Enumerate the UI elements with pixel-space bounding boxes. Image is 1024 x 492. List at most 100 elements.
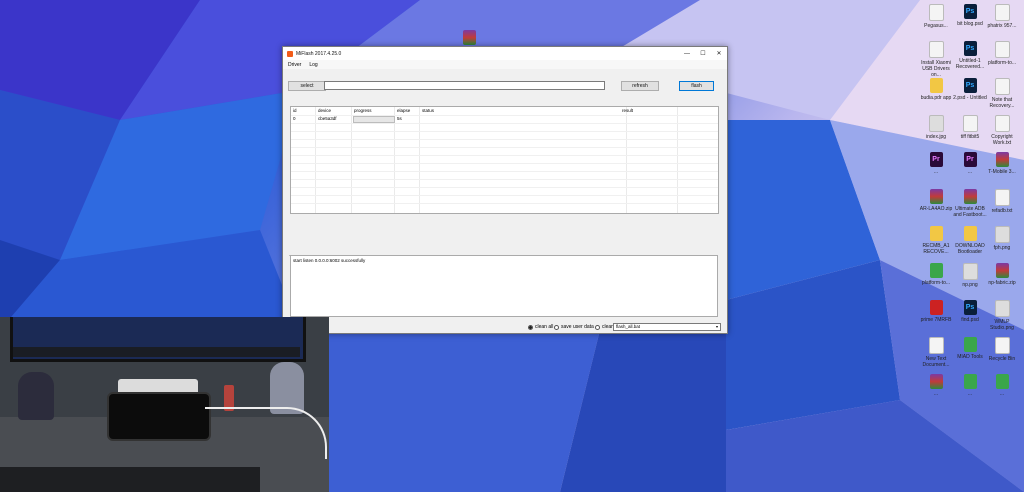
desktop-icon[interactable]: Recycle Bin — [984, 337, 1020, 362]
desktop-icon[interactable]: np.png — [952, 263, 988, 288]
desktop-icon[interactable]: budia.pdr app — [918, 78, 954, 101]
title-bar[interactable]: MiFlash 2017.4.25.0 — ☐ ✕ — [283, 47, 727, 60]
rar-file-icon — [995, 263, 1009, 278]
rar-file-icon — [995, 152, 1009, 167]
desktop-icon-label: bit blog.psd — [957, 21, 983, 27]
desktop-icon[interactable]: MIAD Tools — [952, 337, 988, 360]
phone-photo — [107, 392, 211, 441]
desktop-icon[interactable]: T-Mobile 3... — [984, 152, 1020, 175]
desktop-icon[interactable]: ... — [918, 374, 954, 397]
rar-file-icon — [929, 374, 943, 389]
desktop-icon-label: index.jpg — [925, 134, 946, 140]
desktop-icon[interactable]: New Text Document... — [918, 337, 954, 368]
column-header-id[interactable]: id — [293, 108, 297, 113]
radio-save-user-data[interactable]: save user data — [554, 324, 594, 330]
folder-file-icon — [929, 226, 943, 241]
desktop-icon[interactable]: phatrix 957... — [984, 4, 1020, 29]
desktop-icon-label: Recycle Bin — [988, 356, 1016, 362]
flash-button[interactable]: flash — [679, 81, 714, 91]
column-header-device[interactable]: device — [318, 108, 331, 113]
desktop-icon[interactable]: Ultimate ADB and Fastboot... — [952, 189, 988, 218]
green-file-icon — [929, 263, 943, 278]
png-file-icon — [962, 263, 978, 280]
desktop-icon[interactable]: np-fabric.zip — [984, 263, 1020, 286]
menu-log[interactable]: Log — [309, 62, 317, 68]
desktop-icon[interactable]: Install Xiaomi USB Drivers on... — [918, 41, 954, 78]
rom-path-input[interactable] — [324, 81, 605, 90]
desktop-icon[interactable]: Pegasus... — [918, 4, 954, 29]
desktop-icon[interactable]: platform-to... — [918, 263, 954, 286]
desktop-icon-label: Ultimate ADB and Fastboot... — [953, 206, 987, 218]
maximize-button[interactable]: ☐ — [695, 47, 711, 60]
menu-bar: Driver Log — [283, 60, 727, 69]
keyboard-photo — [0, 467, 260, 492]
refresh-button[interactable]: refresh — [621, 81, 659, 91]
desktop-icon-label: Pegasus... — [924, 23, 948, 29]
column-header-elapse[interactable]: elapse — [397, 108, 410, 113]
desktop-icon[interactable]: Pr... — [918, 152, 954, 175]
desktop-icon[interactable]: Ps Untitled-1 Recovered... — [952, 41, 988, 70]
desktop-icon[interactable]: RECMB_A1 RECOVE... — [918, 226, 954, 255]
minimize-button[interactable]: — — [679, 47, 695, 60]
desktop-icon-label: refadb.txt — [991, 208, 1013, 214]
folder-file-icon — [929, 78, 943, 93]
doc-file-icon — [994, 337, 1010, 354]
green-file-icon — [963, 337, 977, 352]
desktop-icon[interactable]: Copyright Work.txt — [984, 115, 1020, 146]
menu-driver[interactable]: Driver — [288, 62, 301, 68]
doc-file-icon — [994, 78, 1010, 95]
desktop-icon[interactable]: DOWNLOAD Bootloader — [952, 226, 988, 255]
doc-file-icon — [928, 41, 944, 58]
select-button[interactable]: select — [288, 81, 326, 91]
column-header-status[interactable]: status — [422, 108, 434, 113]
desktop-icon[interactable]: refadb.txt — [984, 189, 1020, 214]
monitor-taskbar-photo — [13, 347, 300, 357]
column-header-progress[interactable]: progress — [354, 108, 372, 113]
desktop-icon-label: New Text Document... — [922, 356, 950, 368]
desktop-icon[interactable]: Note that Recovery... — [984, 78, 1020, 109]
figurine-photo — [18, 372, 54, 420]
log-output: start listen 0.0.0.0:6002 successfully — [290, 255, 718, 317]
script-select[interactable]: flash_all.bat ▾ — [613, 323, 721, 331]
desktop-icon[interactable]: Ps 2.psd - Untitled — [952, 78, 988, 101]
png-file-icon — [994, 226, 1010, 243]
close-button[interactable]: ✕ — [711, 47, 727, 60]
desktop-icon[interactable]: Ps find.psd — [952, 300, 988, 323]
desktop-icon[interactable]: ... — [952, 374, 988, 397]
desktop-icon[interactable]: tiff fitbit5 — [952, 115, 988, 140]
desktop-icon-label: WMLP Studio.png — [990, 319, 1014, 331]
rar-file-icon — [929, 189, 943, 204]
ps-file-icon: Ps — [963, 4, 977, 19]
desktop-icon[interactable]: ... — [984, 374, 1020, 397]
desktop-icon-label: ... — [933, 391, 939, 397]
table-row[interactable]: 0 cbe5a3df 5s — [291, 115, 718, 123]
row-elapse: 5s — [397, 116, 402, 121]
desktop-icon[interactable]: index.jpg — [918, 115, 954, 140]
doc-file-icon — [928, 337, 944, 354]
pr-file-icon: Pr — [963, 152, 977, 167]
ps-file-icon: Ps — [963, 78, 977, 93]
doc-file-icon — [994, 41, 1010, 58]
desktop-icon[interactable]: AR-LA4AO.zip — [918, 189, 954, 212]
radio-dot-selected — [528, 324, 533, 330]
desktop-icon-label: prime 7MRFB — [920, 317, 952, 323]
desktop-icon[interactable]: platform-to... — [984, 41, 1020, 66]
desktop-icon-label: ... — [999, 391, 1005, 397]
desktop-icon[interactable]: prime 7MRFB — [918, 300, 954, 323]
desktop-icon[interactable]: WMLP Studio.png — [984, 300, 1020, 331]
desktop-icon[interactable]: Pr... — [952, 152, 988, 175]
desktop-icon-label: np-fabric.zip — [988, 280, 1016, 286]
desktop-icon[interactable]: fph.png — [984, 226, 1020, 251]
miflash-app-icon — [287, 50, 293, 57]
row-id: 0 — [293, 116, 296, 121]
desktop-icon-label: ... — [967, 391, 973, 397]
radio-clean-all[interactable]: clean all — [528, 324, 553, 330]
rar-file-icon — [963, 189, 977, 204]
red-file-icon — [929, 300, 943, 315]
desktop-icon-rar[interactable] — [451, 30, 487, 47]
column-header-result[interactable]: result — [622, 108, 633, 113]
desktop-icon-label: tiff fitbit5 — [960, 134, 980, 140]
cable-photo — [205, 407, 327, 459]
desktop-icon[interactable]: Ps bit blog.psd — [952, 4, 988, 27]
desktop-icon-label: MIAD Tools — [957, 354, 983, 360]
